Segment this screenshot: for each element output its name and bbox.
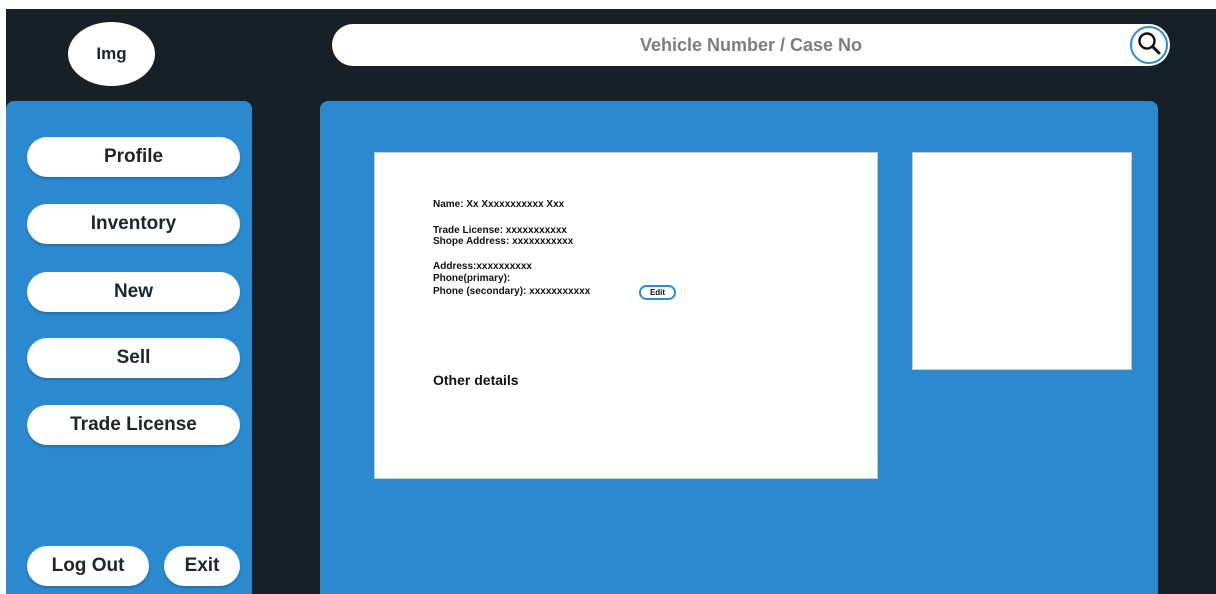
profile-name: Name: Xx Xxxxxxxxxxx Xxx xyxy=(433,199,565,210)
search-icon xyxy=(1136,30,1162,61)
sidebar-item-label: Trade License xyxy=(70,414,197,435)
edit-label: Edit xyxy=(649,288,666,297)
app-window: Img Vehicle Number / Case No Profile Inv… xyxy=(0,0,1216,594)
logout-button[interactable]: Log Out xyxy=(27,546,149,586)
search-input[interactable]: Vehicle Number / Case No xyxy=(332,24,1170,66)
sidebar-item-sell[interactable]: Sell xyxy=(27,338,240,378)
sidebar-item-label: Inventory xyxy=(90,213,177,234)
avatar-label: Img xyxy=(96,44,127,63)
profile-trade-license: Trade License: xxxxxxxxxxx xyxy=(433,225,567,236)
avatar[interactable]: Img xyxy=(68,22,155,86)
sidebar-item-profile[interactable]: Profile xyxy=(27,137,240,177)
sidebar-item-new[interactable]: New xyxy=(27,272,240,312)
exit-label: Exit xyxy=(184,555,220,576)
profile-details-card: Name: Xx Xxxxxxxxxxx Xxx Trade License: … xyxy=(374,152,878,479)
sidebar-item-inventory[interactable]: Inventory xyxy=(27,204,240,244)
sidebar-item-trade-license[interactable]: Trade License xyxy=(27,405,240,445)
sidebar: Profile Inventory New Sell Trade License… xyxy=(6,101,252,594)
search-bar[interactable]: Vehicle Number / Case No xyxy=(332,24,1170,66)
sidebar-item-label: Profile xyxy=(103,146,164,167)
search-button[interactable] xyxy=(1130,26,1168,64)
profile-shop-address: Shope Address: xxxxxxxxxxx xyxy=(433,236,574,247)
exit-button[interactable]: Exit xyxy=(164,546,240,586)
profile-address: Address:xxxxxxxxxx xyxy=(433,261,532,272)
main-panel: Name: Xx Xxxxxxxxxxx Xxx Trade License: … xyxy=(320,101,1158,594)
logout-label: Log Out xyxy=(51,555,125,576)
sidebar-item-label: New xyxy=(113,281,154,302)
edit-button[interactable]: Edit xyxy=(639,285,676,300)
other-details-heading: Other details xyxy=(433,372,519,388)
sidebar-item-label: Sell xyxy=(116,347,151,368)
profile-phone-primary: Phone(primary): xyxy=(433,273,511,284)
profile-phone-secondary: Phone (secondary): xxxxxxxxxxx xyxy=(433,286,591,297)
profile-photo-placeholder xyxy=(912,152,1132,370)
